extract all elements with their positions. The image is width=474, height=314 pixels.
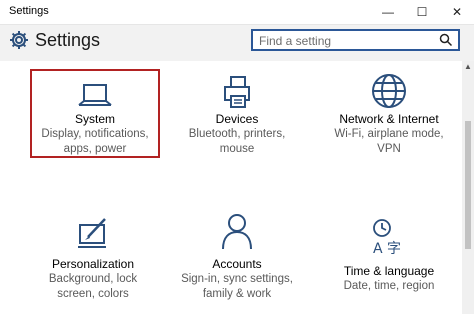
title-bar: Settings — ☐ ✕	[0, 0, 474, 25]
personalization-icon	[78, 218, 106, 248]
close-button[interactable]: ✕	[440, 0, 474, 24]
category-devices[interactable]: Devices Bluetooth, printers, mouse	[172, 69, 302, 159]
category-title: Accounts	[212, 257, 262, 271]
scroll-up-arrow[interactable]: ▲	[462, 61, 474, 73]
svg-text:A: A	[373, 241, 383, 257]
globe-icon	[372, 74, 406, 108]
category-desc: mouse	[219, 143, 255, 155]
category-title: Time & language	[343, 264, 435, 278]
search-icon[interactable]	[439, 33, 453, 47]
search-input[interactable]: Find a setting	[251, 29, 460, 51]
devices-icon	[224, 76, 250, 108]
settings-header: Settings Find a setting	[0, 25, 474, 61]
category-system[interactable]: System Display, notifications, apps, pow…	[30, 69, 160, 158]
category-network[interactable]: Network & Internet Wi-Fi, airplane mode,…	[319, 69, 459, 159]
category-accounts[interactable]: Accounts Sign-in, sync settings, family …	[172, 211, 302, 301]
page-title: Settings	[35, 30, 101, 50]
category-title: Personalization	[51, 257, 135, 271]
minimize-button[interactable]: —	[371, 0, 405, 24]
scroll-thumb[interactable]	[465, 121, 471, 249]
category-time-language[interactable]: A 字 Time & language Date, time, region	[319, 211, 459, 301]
category-title: Network & Internet	[339, 112, 439, 126]
category-desc: family & work	[202, 288, 272, 300]
category-desc: Display, notifications,	[41, 128, 149, 140]
category-desc: Date, time, region	[343, 280, 435, 292]
gear-icon	[10, 31, 28, 49]
time-language-icon: A 字	[373, 219, 401, 257]
category-desc: Bluetooth, printers,	[188, 128, 286, 140]
category-desc: Background, lock	[48, 273, 138, 285]
category-desc: VPN	[377, 143, 401, 155]
category-title: System	[74, 112, 115, 126]
category-desc: Wi-Fi, airplane mode,	[334, 128, 444, 140]
window-title: Settings	[9, 5, 49, 17]
category-title: Devices	[215, 112, 259, 126]
svg-text:字: 字	[387, 241, 401, 257]
category-desc: Sign-in, sync settings,	[181, 273, 293, 285]
category-personalization[interactable]: Personalization Background, lock screen,…	[28, 211, 158, 301]
maximize-button[interactable]: ☐	[405, 0, 439, 24]
settings-grid: System Display, notifications, apps, pow…	[0, 61, 474, 314]
category-desc: screen, colors	[57, 288, 129, 300]
search-placeholder: Find a setting	[259, 34, 332, 48]
person-icon	[222, 214, 252, 250]
category-desc: apps, power	[63, 143, 127, 155]
laptop-icon	[78, 84, 112, 106]
scrollbar[interactable]: ▲	[462, 61, 474, 314]
